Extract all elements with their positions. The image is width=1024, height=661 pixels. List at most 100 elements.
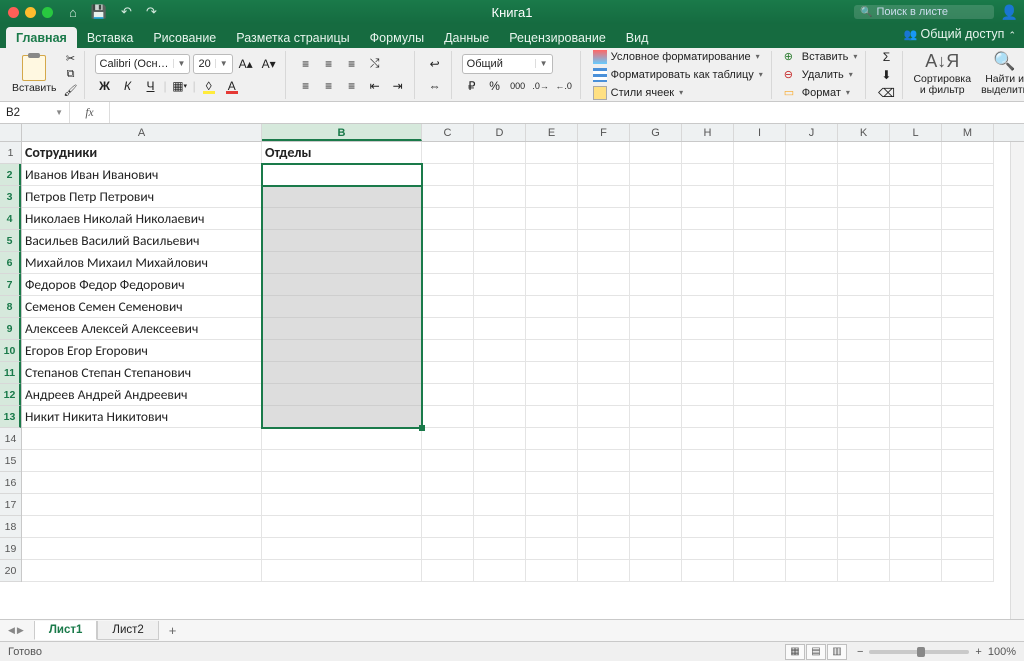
cell-F5[interactable] (578, 230, 630, 252)
cell-A10[interactable]: Егоров Егор Егорович (22, 340, 262, 362)
cell-B2[interactable] (262, 164, 422, 186)
cell-E6[interactable] (526, 252, 578, 274)
cell-L14[interactable] (890, 428, 942, 450)
cell-E20[interactable] (526, 560, 578, 582)
cell-D14[interactable] (474, 428, 526, 450)
cell-J14[interactable] (786, 428, 838, 450)
row-header-7[interactable]: 7 (0, 274, 21, 296)
cell-F17[interactable] (578, 494, 630, 516)
row-header-10[interactable]: 10 (0, 340, 21, 362)
cell-F2[interactable] (578, 164, 630, 186)
cell-L16[interactable] (890, 472, 942, 494)
cell-M5[interactable] (942, 230, 994, 252)
cell-K14[interactable] (838, 428, 890, 450)
cell-D5[interactable] (474, 230, 526, 252)
cell-A2[interactable]: Иванов Иван Иванович (22, 164, 262, 186)
cell-H3[interactable] (682, 186, 734, 208)
cell-F12[interactable] (578, 384, 630, 406)
cell-D3[interactable] (474, 186, 526, 208)
cell-H8[interactable] (682, 296, 734, 318)
cell-B13[interactable] (262, 406, 422, 428)
insert-cells-button[interactable]: ⊕Вставить▾ (782, 49, 860, 65)
format-as-table-button[interactable]: Форматировать как таблицу▾ (591, 67, 765, 83)
cell-I16[interactable] (734, 472, 786, 494)
cell-L2[interactable] (890, 164, 942, 186)
cell-F8[interactable] (578, 296, 630, 318)
cell-M20[interactable] (942, 560, 994, 582)
row-header-18[interactable]: 18 (0, 516, 21, 538)
currency-icon[interactable]: ₽ (462, 76, 482, 96)
cell-J10[interactable] (786, 340, 838, 362)
cell-L7[interactable] (890, 274, 942, 296)
cell-D6[interactable] (474, 252, 526, 274)
minimize-window-button[interactable] (25, 7, 36, 18)
cell-G6[interactable] (630, 252, 682, 274)
wrap-text-icon[interactable]: ↩ (425, 54, 445, 74)
cell-L20[interactable] (890, 560, 942, 582)
cell-K7[interactable] (838, 274, 890, 296)
cell-E4[interactable] (526, 208, 578, 230)
cell-I3[interactable] (734, 186, 786, 208)
cell-A5[interactable]: Васильев Василий Васильевич (22, 230, 262, 252)
cell-D16[interactable] (474, 472, 526, 494)
fill-color-button[interactable]: ◊ (199, 76, 219, 96)
cell-C16[interactable] (422, 472, 474, 494)
cell-E3[interactable] (526, 186, 578, 208)
cell-B11[interactable] (262, 362, 422, 384)
cell-M13[interactable] (942, 406, 994, 428)
cell-J19[interactable] (786, 538, 838, 560)
cell-D20[interactable] (474, 560, 526, 582)
cell-C20[interactable] (422, 560, 474, 582)
cell-F18[interactable] (578, 516, 630, 538)
cell-C17[interactable] (422, 494, 474, 516)
cell-E9[interactable] (526, 318, 578, 340)
cell-B15[interactable] (262, 450, 422, 472)
increase-font-icon[interactable]: A▴ (236, 54, 256, 74)
cell-L13[interactable] (890, 406, 942, 428)
column-header-E[interactable]: E (526, 124, 578, 141)
clear-icon[interactable]: ⌫ (876, 85, 896, 101)
cell-H18[interactable] (682, 516, 734, 538)
cell-F1[interactable] (578, 142, 630, 164)
cell-A8[interactable]: Семенов Семен Семенович (22, 296, 262, 318)
cell-I12[interactable] (734, 384, 786, 406)
cell-K12[interactable] (838, 384, 890, 406)
cell-C1[interactable] (422, 142, 474, 164)
zoom-out-button[interactable]: − (857, 646, 863, 658)
ribbon-tab-формулы[interactable]: Формулы (360, 27, 434, 48)
cell-F16[interactable] (578, 472, 630, 494)
cell-B20[interactable] (262, 560, 422, 582)
cell-B17[interactable] (262, 494, 422, 516)
cell-B7[interactable] (262, 274, 422, 296)
cell-G10[interactable] (630, 340, 682, 362)
row-header-13[interactable]: 13 (0, 406, 21, 428)
align-top-icon[interactable]: ≡ (296, 54, 316, 74)
increase-indent-icon[interactable]: ⇥ (388, 76, 408, 96)
column-header-H[interactable]: H (682, 124, 734, 141)
column-header-D[interactable]: D (474, 124, 526, 141)
cell-K1[interactable] (838, 142, 890, 164)
cell-I2[interactable] (734, 164, 786, 186)
ribbon-tab-рисование[interactable]: Рисование (143, 27, 226, 48)
column-header-I[interactable]: I (734, 124, 786, 141)
font-size-combo[interactable]: 20▼ (193, 54, 232, 74)
cell-C8[interactable] (422, 296, 474, 318)
sheet-search-input[interactable]: Поиск в листе (854, 5, 994, 19)
row-header-17[interactable]: 17 (0, 494, 21, 516)
cell-I7[interactable] (734, 274, 786, 296)
cell-I18[interactable] (734, 516, 786, 538)
ribbon-tab-вставка[interactable]: Вставка (77, 27, 143, 48)
zoom-in-button[interactable]: + (975, 646, 981, 658)
cell-B18[interactable] (262, 516, 422, 538)
paste-button[interactable]: Вставить (12, 82, 57, 94)
cell-F4[interactable] (578, 208, 630, 230)
cell-J2[interactable] (786, 164, 838, 186)
cell-C4[interactable] (422, 208, 474, 230)
ribbon-tab-вид[interactable]: Вид (616, 27, 659, 48)
fill-icon[interactable]: ⬇ (876, 67, 896, 83)
cell-C14[interactable] (422, 428, 474, 450)
cell-M15[interactable] (942, 450, 994, 472)
cell-H20[interactable] (682, 560, 734, 582)
cell-B1[interactable]: Отделы (262, 142, 422, 164)
align-middle-icon[interactable]: ≡ (319, 54, 339, 74)
